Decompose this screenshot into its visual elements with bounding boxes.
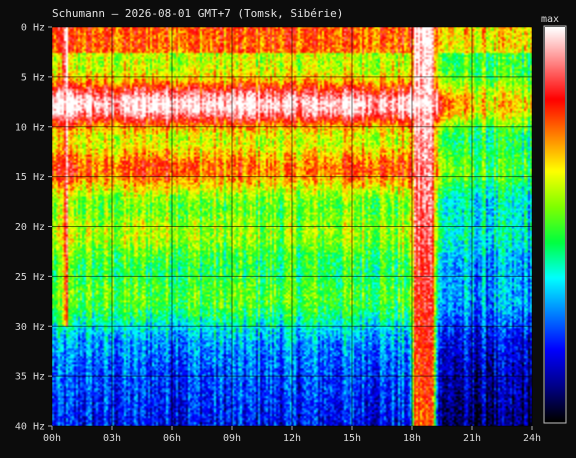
x-tick-label: 24h <box>523 433 541 444</box>
x-tick-label: 06h <box>163 433 181 444</box>
x-tick-label: 12h <box>283 433 301 444</box>
y-tick-label: 10 Hz <box>15 122 45 133</box>
x-tick-label: 21h <box>463 433 481 444</box>
y-axis-ticks: 0 Hz 5 Hz 10 Hz 15 Hz 20 Hz 25 Hz 30 Hz 35 Hz 40… <box>15 23 52 433</box>
x-tick-label: 03h <box>103 433 121 444</box>
y-tick-label: 20 Hz <box>15 222 45 233</box>
x-tick-label: 00h <box>43 433 61 444</box>
y-tick-label: 15 Hz <box>15 172 45 183</box>
y-tick-label: 30 Hz <box>15 322 45 333</box>
x-axis-ticks: 00h 03h 06h 09h 12h 15h 18h 21h 24h <box>43 426 541 444</box>
y-tick-label: 25 Hz <box>15 272 45 283</box>
x-tick-label: 15h <box>343 433 361 444</box>
y-tick-label: 35 Hz <box>15 372 45 383</box>
y-tick-label: 0 Hz <box>21 23 45 34</box>
x-tick-label: 18h <box>403 433 421 444</box>
colorbar-max-label: max <box>541 14 559 25</box>
y-tick-label: 5 Hz <box>21 72 45 83</box>
chart-title: Schumann — 2026-08-01 GMT+7 (Tomsk, Sibé… <box>52 7 343 20</box>
x-tick-label: 09h <box>223 433 241 444</box>
y-tick-label: 40 Hz <box>15 422 45 433</box>
colorbar <box>545 27 565 422</box>
spectrogram-chart: Schumann — 2026-08-01 GMT+7 (Tomsk, Sibé… <box>15 7 567 444</box>
